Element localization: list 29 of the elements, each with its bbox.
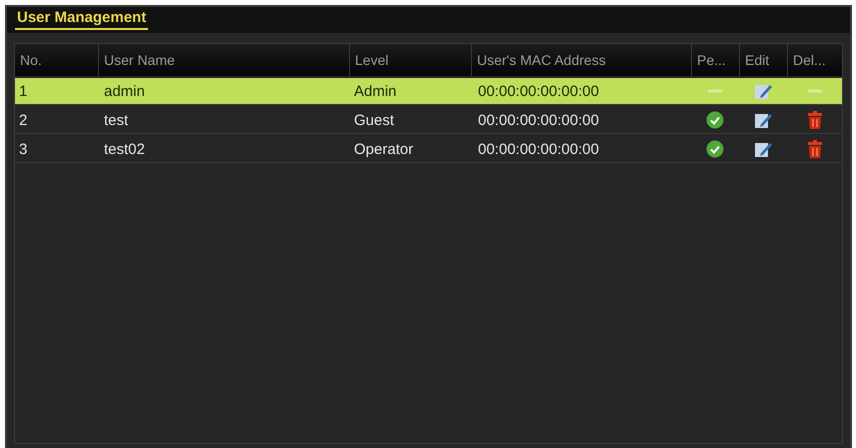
table-cell-text: 00:00:00:00:00:00 <box>477 110 600 130</box>
trash-icon[interactable] <box>806 140 822 158</box>
table-cell-text: 2 <box>18 110 28 130</box>
column-header[interactable]: User Name <box>98 44 349 76</box>
table-cell-text: test02 <box>103 140 146 160</box>
column-header[interactable]: No. <box>15 44 98 76</box>
column-header[interactable]: Edit <box>739 44 787 76</box>
edit-icon[interactable] <box>754 112 772 128</box>
column-header[interactable]: Del... <box>787 44 842 76</box>
table-cell-text: 1 <box>18 82 28 102</box>
trash-icon[interactable] <box>806 111 822 129</box>
table-cell-text: 00:00:00:00:00:00 <box>477 82 600 102</box>
edit-icon[interactable] <box>754 140 772 158</box>
column-header[interactable]: Pe... <box>691 44 739 76</box>
dash-icon <box>708 89 722 93</box>
user-row[interactable]: 1 admin Admin 00:00:00:00:00:00 <box>15 78 842 105</box>
dash-icon <box>808 89 822 93</box>
table-cell-text: Guest <box>353 110 396 130</box>
table-cell-text: Operator <box>353 140 414 160</box>
table-cell-text: test <box>103 110 130 130</box>
table-cell-text: Admin <box>353 82 398 102</box>
column-header[interactable]: User's MAC Address <box>471 44 691 76</box>
table-cell-text: 3 <box>18 140 28 160</box>
column-header[interactable]: Level <box>349 44 471 76</box>
table-cell-text: admin <box>103 82 146 102</box>
check-icon <box>706 140 724 158</box>
panel-title[interactable]: User Management <box>15 9 148 30</box>
table-cell-text: 00:00:00:00:00:00 <box>477 140 600 160</box>
check-icon <box>706 111 724 129</box>
